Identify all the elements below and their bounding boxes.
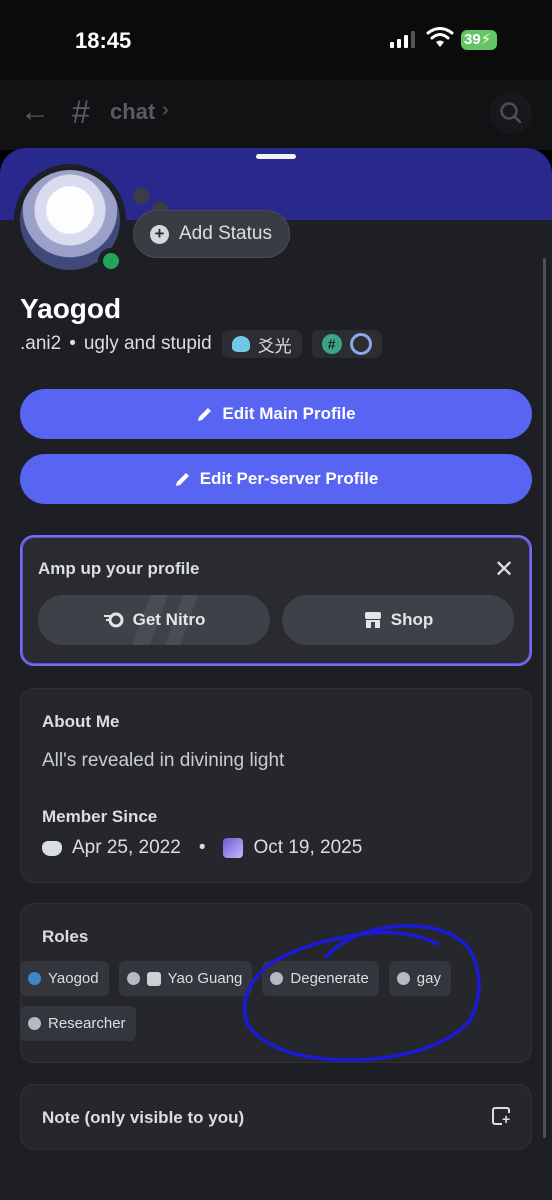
edit-per-server-profile-button[interactable]: Edit Per-server Profile <box>20 454 532 504</box>
about-me-heading: About Me <box>42 712 120 731</box>
server-tag-text: 爻光 <box>257 336 292 356</box>
battery-indicator: 39⚡ <box>461 30 497 50</box>
profile-sheet: + Add Status Yaogod .ani2 • ugly and stu… <box>0 148 552 1200</box>
add-status-button[interactable]: + Add Status <box>133 210 290 258</box>
separator: • <box>198 837 206 858</box>
amp-title: Amp up your profile <box>38 559 200 578</box>
close-icon[interactable]: ✕ <box>494 555 514 584</box>
separator: • <box>69 333 76 354</box>
wreath-badge-icon[interactable] <box>349 333 372 355</box>
pencil-icon <box>198 408 212 421</box>
channel-hash-icon: # <box>72 94 90 130</box>
add-status-label: Add Status <box>179 223 272 244</box>
search-icon <box>500 102 522 124</box>
server-icon <box>223 838 244 858</box>
note-card[interactable]: Note (only visible to you) <box>20 1084 532 1150</box>
amp-up-profile-card: Amp up your profile ✕ Get Nitro Shop <box>20 535 532 666</box>
search-button[interactable] <box>490 92 532 134</box>
user-handle[interactable]: .ani2 <box>20 333 61 355</box>
sheet-grabber[interactable] <box>256 154 296 159</box>
role-chip[interactable]: Yaogod <box>20 961 109 996</box>
role-color-icon <box>126 972 140 985</box>
channel-name[interactable]: chat <box>110 99 155 125</box>
role-color-icon <box>28 1017 41 1030</box>
note-label: Note (only visible to you) <box>42 1108 245 1127</box>
edit-per-server-profile-label: Edit Per-server Profile <box>199 469 379 488</box>
role-label: Degenerate <box>290 970 369 987</box>
discord-member-since: Apr 25, 2022 <box>72 837 181 858</box>
get-nitro-label: Get Nitro <box>132 610 206 629</box>
status-bar: 18:45 39⚡ <box>0 0 552 80</box>
role-chip[interactable]: gay <box>388 961 451 996</box>
profile-subline: .ani2 • ugly and stupid 爻光 # <box>20 330 382 358</box>
pencil-icon <box>175 473 189 486</box>
server-member-since: Oct 19, 2025 <box>253 837 363 858</box>
member-since-heading: Member Since <box>42 807 158 826</box>
role-color-icon <box>396 972 410 985</box>
server-tag[interactable]: 爻光 <box>221 330 302 358</box>
role-color-icon <box>270 972 284 985</box>
pronouns: ugly and stupid <box>83 333 212 354</box>
wifi-icon <box>426 27 454 47</box>
edit-main-profile-button[interactable]: Edit Main Profile <box>20 389 532 439</box>
hash-badge-icon[interactable]: # <box>321 334 342 354</box>
role-label: Researcher <box>48 1015 126 1032</box>
shop-label: Shop <box>390 610 434 629</box>
username: Yaogod <box>20 293 122 324</box>
role-chip[interactable]: Degenerate <box>262 961 379 996</box>
chevron-right-icon: › <box>162 99 169 121</box>
role-label: gay <box>416 970 441 987</box>
nitro-icon <box>103 612 124 628</box>
add-note-icon[interactable] <box>492 1107 511 1125</box>
flame-badge-icon <box>231 336 250 352</box>
roles-list: Yaogod Yao Guang Degenerate gay Research… <box>20 961 492 1041</box>
get-nitro-button[interactable]: Get Nitro <box>38 595 270 645</box>
role-emoji-icon <box>146 971 161 986</box>
avatar-container[interactable] <box>14 164 126 276</box>
shop-button[interactable]: Shop <box>282 595 514 645</box>
about-me-card: About Me All's revealed in divining ligh… <box>20 688 532 883</box>
online-status-icon <box>98 248 124 274</box>
plus-circle-icon: + <box>150 224 169 244</box>
status-bubble-icon <box>133 188 149 204</box>
role-chip[interactable]: Researcher <box>20 1006 136 1041</box>
roles-heading: Roles <box>42 927 89 946</box>
role-label: Yaogod <box>48 970 99 987</box>
role-label: Yao Guang <box>167 970 243 987</box>
role-color-icon <box>28 972 41 985</box>
role-chip[interactable]: Yao Guang <box>118 961 253 996</box>
edit-main-profile-label: Edit Main Profile <box>222 404 356 423</box>
scrollbar[interactable] <box>543 258 546 1138</box>
about-me-text: All's revealed in divining light <box>42 750 285 771</box>
back-arrow-icon[interactable]: ← <box>20 97 50 127</box>
status-time: 18:45 <box>75 28 132 53</box>
member-since-row: Apr 25, 2022 • Oct 19, 2025 <box>42 837 362 859</box>
profile-badges[interactable]: # <box>311 330 382 358</box>
cellular-signal-icon <box>390 31 415 48</box>
battery-level: 39 <box>464 31 481 48</box>
discord-icon <box>42 840 62 856</box>
shop-icon <box>364 612 381 628</box>
